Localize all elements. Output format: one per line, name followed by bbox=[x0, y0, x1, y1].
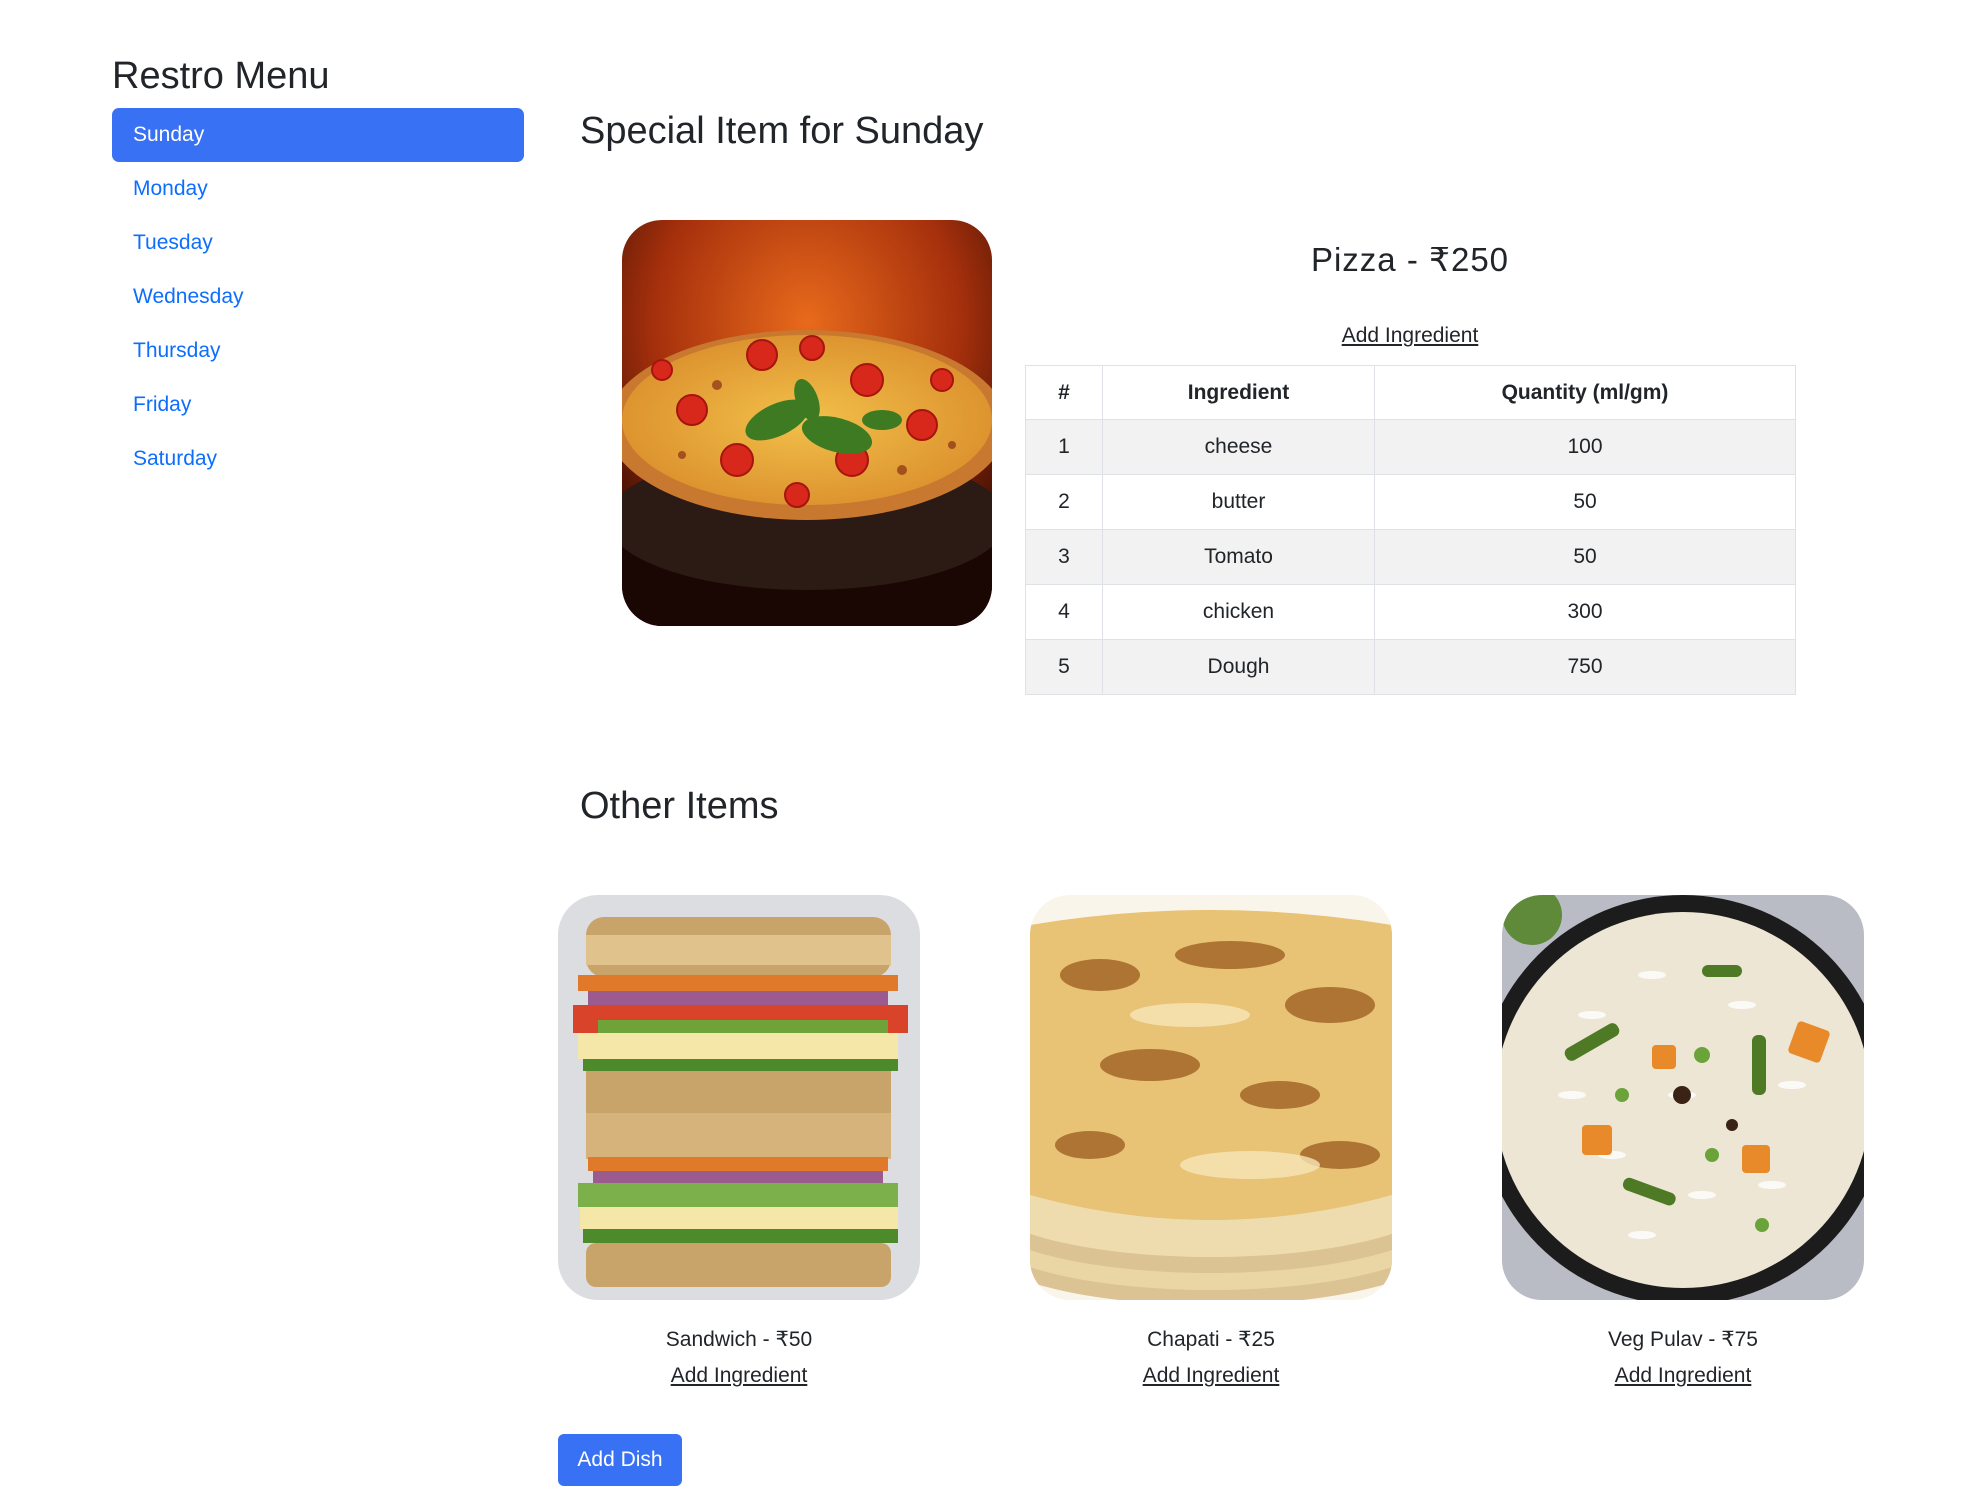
row-ingredient: chicken bbox=[1102, 584, 1375, 640]
nav-item-monday[interactable]: Monday bbox=[112, 162, 524, 216]
dish-label: Sandwich - ₹50 bbox=[665, 1328, 813, 1351]
special-add-ingredient-link[interactable]: Add Ingredient bbox=[1342, 324, 1479, 347]
row-index: 2 bbox=[1025, 474, 1103, 530]
app-title: Restro Menu bbox=[112, 55, 330, 97]
header-quantity: Quantity (ml/gm) bbox=[1374, 365, 1796, 420]
nav-item-saturday[interactable]: Saturday bbox=[112, 432, 524, 486]
row-quantity: 50 bbox=[1374, 529, 1796, 585]
row-index: 4 bbox=[1025, 584, 1103, 640]
dish-label: Veg Pulav - ₹75 bbox=[1608, 1328, 1758, 1351]
table-header-row: # Ingredient Quantity (ml/gm) bbox=[1025, 365, 1796, 420]
sidebar: Restro Menu Sunday Monday Tuesday Wednes… bbox=[112, 52, 524, 486]
table-row: 1 cheese 100 bbox=[1025, 419, 1796, 475]
header-ingredient: Ingredient bbox=[1102, 365, 1375, 420]
pizza-image bbox=[622, 220, 992, 626]
nav-item-tuesday[interactable]: Tuesday bbox=[112, 216, 524, 270]
app: Restro Menu Sunday Monday Tuesday Wednes… bbox=[0, 0, 1988, 1501]
row-quantity: 100 bbox=[1374, 419, 1796, 475]
veg-pulav-image bbox=[1502, 895, 1864, 1300]
row-quantity: 50 bbox=[1374, 474, 1796, 530]
row-ingredient: cheese bbox=[1102, 419, 1375, 475]
row-ingredient: Tomato bbox=[1102, 529, 1375, 585]
row-ingredient: Dough bbox=[1102, 639, 1375, 695]
dish-card-chapati: Chapati - ₹25 Add Ingredient bbox=[1030, 895, 1392, 1388]
table-row: 5 Dough 750 bbox=[1025, 639, 1796, 695]
special-dish-name: Pizza - ₹250 bbox=[1310, 241, 1510, 278]
add-dish-button[interactable]: Add Dish bbox=[558, 1434, 682, 1486]
row-quantity: 750 bbox=[1374, 639, 1796, 695]
dish-card-sandwich: Sandwich - ₹50 Add Ingredient bbox=[558, 895, 920, 1388]
table-row: 4 chicken 300 bbox=[1025, 584, 1796, 640]
dish-label: Chapati - ₹25 bbox=[1147, 1328, 1275, 1351]
row-quantity: 300 bbox=[1374, 584, 1796, 640]
special-heading: Special Item for Sunday bbox=[580, 110, 984, 152]
nav-item-wednesday[interactable]: Wednesday bbox=[112, 270, 524, 324]
row-index: 1 bbox=[1025, 419, 1103, 475]
veg-pulav-add-ingredient-link[interactable]: Add Ingredient bbox=[1615, 1364, 1752, 1387]
nav-item-sunday[interactable]: Sunday bbox=[112, 108, 524, 162]
table-row: 3 Tomato 50 bbox=[1025, 529, 1796, 585]
row-index: 5 bbox=[1025, 639, 1103, 695]
nav-item-friday[interactable]: Friday bbox=[112, 378, 524, 432]
header-index: # bbox=[1025, 365, 1103, 420]
sandwich-image bbox=[558, 895, 920, 1300]
dish-card-veg-pulav: Veg Pulav - ₹75 Add Ingredient bbox=[1502, 895, 1864, 1388]
chapati-image bbox=[1030, 895, 1392, 1300]
nav-item-thursday[interactable]: Thursday bbox=[112, 324, 524, 378]
row-index: 3 bbox=[1025, 529, 1103, 585]
ingredient-table: # Ingredient Quantity (ml/gm) 1 cheese 1… bbox=[1025, 365, 1796, 695]
chapati-add-ingredient-link[interactable]: Add Ingredient bbox=[1143, 1364, 1280, 1387]
table-row: 2 butter 50 bbox=[1025, 474, 1796, 530]
sandwich-add-ingredient-link[interactable]: Add Ingredient bbox=[671, 1364, 808, 1387]
row-ingredient: butter bbox=[1102, 474, 1375, 530]
other-items-heading: Other Items bbox=[580, 785, 779, 827]
